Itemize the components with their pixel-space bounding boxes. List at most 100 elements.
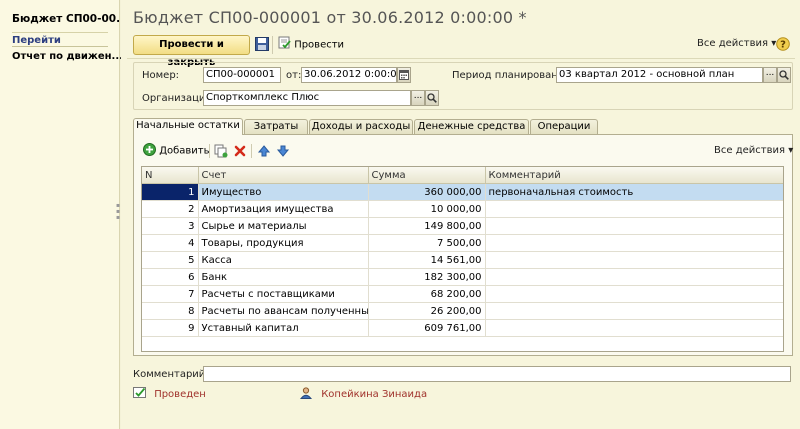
- period-select-button[interactable]: ...: [763, 67, 777, 83]
- row-number: 9: [142, 319, 199, 337]
- table-row[interactable]: 9 Уставный капитал 609 761,00: [142, 319, 783, 337]
- row-account[interactable]: Имущество: [198, 183, 369, 201]
- table-row[interactable]: 6 Банк 182 300,00: [142, 268, 783, 286]
- add-button-label: Добавить: [159, 145, 210, 157]
- table-row[interactable]: 1 Имущество 360 000,00 первоначальная ст…: [142, 183, 783, 201]
- tab-opening-balances[interactable]: Начальные остатки: [133, 118, 243, 135]
- row-number: 8: [142, 302, 199, 320]
- date-field[interactable]: 30.06.2012 0:00:00: [301, 67, 397, 83]
- table-header-row: N Счет Сумма Комментарий: [142, 167, 783, 184]
- row-comment[interactable]: [485, 200, 783, 218]
- column-header-n[interactable]: N: [142, 167, 199, 184]
- comment-label: Комментарий:: [133, 369, 209, 380]
- add-button[interactable]: Добавить: [143, 143, 210, 159]
- floppy-disk-icon[interactable]: [255, 37, 269, 51]
- row-account[interactable]: Уставный капитал: [198, 319, 369, 337]
- row-comment[interactable]: [485, 268, 783, 286]
- opening-balances-table[interactable]: N Счет Сумма Комментарий 1 Имущество 360…: [141, 166, 784, 352]
- row-account[interactable]: Касса: [198, 251, 369, 269]
- status-text: Проведен: [154, 389, 206, 400]
- row-sum[interactable]: 26 200,00: [368, 302, 486, 320]
- calendar-icon[interactable]: [397, 67, 411, 83]
- organization-field[interactable]: Спорткомплекс Плюс: [203, 90, 411, 106]
- row-sum[interactable]: 149 800,00: [368, 217, 486, 235]
- date-label: от:: [286, 70, 302, 81]
- left-navigation-panel: [0, 0, 120, 429]
- toolbar-separator: [127, 58, 795, 59]
- toolbar-divider: [209, 144, 210, 158]
- row-comment[interactable]: [485, 319, 783, 337]
- search-icon[interactable]: [777, 67, 791, 83]
- row-number: 1: [142, 183, 199, 201]
- row-comment[interactable]: [485, 251, 783, 269]
- comment-field[interactable]: [203, 366, 791, 382]
- left-panel-title: Бюджет СП00-00...: [12, 13, 129, 25]
- svg-text:?: ?: [780, 40, 786, 51]
- table-row[interactable]: 3 Сырье и материалы 149 800,00: [142, 217, 783, 235]
- help-icon[interactable]: ?: [776, 37, 790, 51]
- table-row[interactable]: 4 Товары, продукция 7 500,00: [142, 234, 783, 252]
- tab-income-expenses[interactable]: Доходы и расходы: [309, 119, 413, 134]
- post-document-icon: [278, 36, 291, 55]
- user-icon: [299, 387, 313, 402]
- row-comment[interactable]: [485, 302, 783, 320]
- copy-icon[interactable]: [214, 144, 228, 158]
- row-sum[interactable]: 360 000,00: [368, 183, 486, 201]
- all-actions-menu[interactable]: Все действия ▾: [697, 38, 776, 49]
- row-sum[interactable]: 10 000,00: [368, 200, 486, 218]
- table-all-actions-menu[interactable]: Все действия ▾: [714, 145, 793, 156]
- author-name: Копейкина Зинаида: [321, 389, 428, 400]
- row-comment[interactable]: [485, 217, 783, 235]
- tab-costs[interactable]: Затраты: [244, 119, 308, 134]
- row-comment[interactable]: [485, 285, 783, 303]
- row-account[interactable]: Товары, продукция: [198, 234, 369, 252]
- column-header-comment[interactable]: Комментарий: [485, 167, 783, 184]
- table-row[interactable]: 5 Касса 14 561,00: [142, 251, 783, 269]
- table-all-actions-label: Все действия: [714, 145, 785, 156]
- document-title: Бюджет СП00-000001 от 30.06.2012 0:00:00…: [133, 8, 527, 27]
- row-number: 7: [142, 285, 199, 303]
- post-button[interactable]: Провести: [278, 36, 344, 54]
- row-sum[interactable]: 182 300,00: [368, 268, 486, 286]
- table-row[interactable]: 8 Расчеты по авансам полученным 26 200,0…: [142, 302, 783, 320]
- red-x-icon[interactable]: [233, 144, 247, 158]
- row-account[interactable]: Сырье и материалы: [198, 217, 369, 235]
- arrow-up-icon[interactable]: [257, 144, 271, 158]
- row-comment[interactable]: [485, 234, 783, 252]
- author-indicator: Копейкина Зинаида: [299, 387, 428, 402]
- row-sum[interactable]: 609 761,00: [368, 319, 486, 337]
- row-sum[interactable]: 14 561,00: [368, 251, 486, 269]
- posted-status-icon: [133, 387, 147, 402]
- go-to-heading: Перейти: [12, 35, 61, 46]
- nav-item-report[interactable]: Отчет по движен...: [12, 51, 123, 62]
- row-account[interactable]: Расчеты по авансам полученным: [198, 302, 369, 320]
- toolbar-divider: [272, 36, 273, 54]
- row-sum[interactable]: 68 200,00: [368, 285, 486, 303]
- number-field[interactable]: СП00-000001: [203, 67, 281, 83]
- chevron-down-icon: ▾: [788, 145, 794, 156]
- arrow-down-icon[interactable]: [276, 144, 290, 158]
- number-label: Номер:: [142, 70, 180, 81]
- toolbar-divider: [251, 144, 252, 158]
- green-plus-icon: [143, 143, 156, 159]
- tab-cash-funds[interactable]: Денежные средства: [414, 119, 529, 134]
- row-account[interactable]: Амортизация имущества: [198, 200, 369, 218]
- tab-operations[interactable]: Операции: [530, 119, 598, 134]
- go-to-underline: [12, 46, 108, 47]
- table-row[interactable]: 7 Расчеты с поставщиками 68 200,00: [142, 285, 783, 303]
- row-number: 6: [142, 268, 199, 286]
- column-header-account[interactable]: Счет: [198, 167, 369, 184]
- post-and-close-button[interactable]: Провести и закрыть: [133, 35, 250, 68]
- row-account[interactable]: Расчеты с поставщиками: [198, 285, 369, 303]
- all-actions-label: Все действия: [697, 38, 768, 49]
- organization-select-button[interactable]: ...: [411, 90, 425, 106]
- row-number: 2: [142, 200, 199, 218]
- row-account[interactable]: Банк: [198, 268, 369, 286]
- panel-splitter-handle[interactable]: ▪ ▪ ▪: [116, 203, 120, 229]
- table-row[interactable]: 2 Амортизация имущества 10 000,00: [142, 200, 783, 218]
- period-field[interactable]: 03 квартал 2012 - основной план: [556, 67, 763, 83]
- row-sum[interactable]: 7 500,00: [368, 234, 486, 252]
- column-header-sum[interactable]: Сумма: [368, 167, 486, 184]
- row-comment[interactable]: первоначальная стоимость: [485, 183, 783, 201]
- search-icon[interactable]: [425, 90, 439, 106]
